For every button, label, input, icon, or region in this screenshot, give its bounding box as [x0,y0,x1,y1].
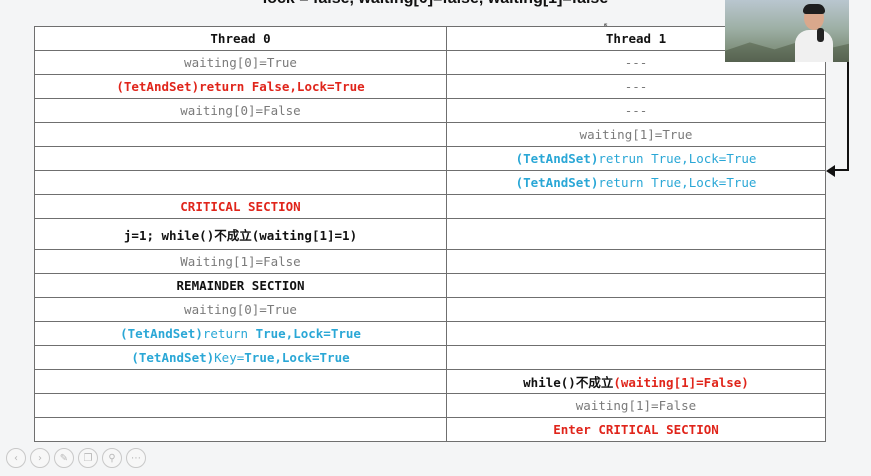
table-row: while()不成立(waiting[1]=False) [34,369,826,394]
cell-text: (waiting[1]=1) [251,227,358,243]
thread-0-cell: CRITICAL SECTION [34,194,447,219]
player-controls: ‹ › ✎ ❐ ⚲ ⋯ [6,448,146,468]
thread-0-cell: waiting[0]=False [34,98,447,123]
table-row: (TetAndSet)return True,Lock=True [34,321,826,346]
thread-0-cell [34,170,447,195]
table-row: Waiting[1]=False [34,249,826,274]
thread-1-cell [446,194,826,219]
table-row: waiting[0]=False --- [34,98,826,123]
thread-1-cell: --- [446,98,826,123]
thread-1-cell [446,218,826,250]
testandset-label: (TetAndSet) [120,326,203,341]
connector-line [831,62,849,171]
zoom-icon[interactable]: ⚲ [102,448,122,468]
table-row: waiting[1]=False [34,393,826,418]
table-row: (TetAndSet)return False,Lock=True --- [34,74,826,99]
pen-icon[interactable]: ✎ [54,448,74,468]
thread-1-cell: (TetAndSet)return True,Lock=True [446,170,826,195]
thread-0-cell: REMAINDER SECTION [34,273,447,298]
table-row: (TetAndSet)retrun True,Lock=True [34,146,826,171]
thread-1-cell: waiting[1]=False [446,393,826,418]
thread-0-header: Thread 0 [34,26,447,51]
testandset-label: (TetAndSet) [515,151,599,166]
thread-1-cell [446,297,826,322]
table-row: j=1; while()不成立(waiting[1]=1) [34,218,826,250]
webcam-overlay [725,0,849,62]
thread-0-cell [34,393,447,418]
thread-0-cell: waiting[0]=True [34,297,447,322]
table-row: REMAINDER SECTION [34,273,826,298]
thread-1-cell: waiting[1]=True [446,122,826,147]
arrow-left-icon [826,165,835,177]
thread-0-cell: waiting[0]=True [34,50,447,75]
cell-text: return [202,326,256,341]
thread-0-cell [34,122,447,147]
table-row: Enter CRITICAL SECTION [34,417,826,442]
testandset-label: (TetAndSet) [131,350,215,365]
cell-text: True,Lock=True [244,350,350,365]
table-row: (TetAndSet)Key=True,Lock=True [34,345,826,370]
cell-text: Key= [214,350,245,365]
table-row: waiting[1]=True [34,122,826,147]
cell-text: True,Lock=True [255,326,361,341]
cell-text: j=1; while() [123,227,215,243]
cell-text: True,Lock=True [651,151,757,166]
thread-1-cell [446,273,826,298]
back-icon[interactable]: ‹ [6,448,26,468]
thread-0-cell: (TetAndSet)return False,Lock=True [34,74,447,99]
copy-icon[interactable]: ❐ [78,448,98,468]
thread-1-cell [446,321,826,346]
presenter [795,4,833,62]
cell-text: while() [523,375,576,390]
table-header-row: Thread 0 Thread 1 [34,26,826,51]
cell-text: True,Lock=True [651,175,757,190]
cell-text: 不成立 [214,227,252,243]
testandset-label: (TetAndSet) [515,175,599,190]
microphone-icon [817,28,824,42]
thread-trace-table: Thread 0 Thread 1 waiting[0]=True --- (T… [34,26,826,442]
thread-0-cell [34,369,447,394]
cell-text: return [598,175,652,190]
thread-1-cell: while()不成立(waiting[1]=False) [446,369,826,394]
thread-0-cell: j=1; while()不成立(waiting[1]=1) [34,218,447,250]
thread-1-cell: (TetAndSet)retrun True,Lock=True [446,146,826,171]
cell-text: (waiting[1]=False) [613,375,749,390]
thread-0-cell: Waiting[1]=False [34,249,447,274]
forward-icon[interactable]: › [30,448,50,468]
thread-0-cell: (TetAndSet)return True,Lock=True [34,321,447,346]
thread-1-cell [446,345,826,370]
thread-1-cell [446,249,826,274]
table-row: waiting[0]=True --- [34,50,826,75]
table-row: waiting[0]=True [34,297,826,322]
cell-text: retrun [598,151,652,166]
thread-0-cell [34,417,447,442]
more-icon[interactable]: ⋯ [126,448,146,468]
thread-0-cell: (TetAndSet)Key=True,Lock=True [34,345,447,370]
thread-1-cell: Enter CRITICAL SECTION [446,417,826,442]
table-row: (TetAndSet)return True,Lock=True [34,170,826,195]
cell-text: 不成立 [575,375,614,390]
thread-1-cell: --- [446,74,826,99]
table-row: CRITICAL SECTION [34,194,826,219]
thread-0-cell [34,146,447,171]
